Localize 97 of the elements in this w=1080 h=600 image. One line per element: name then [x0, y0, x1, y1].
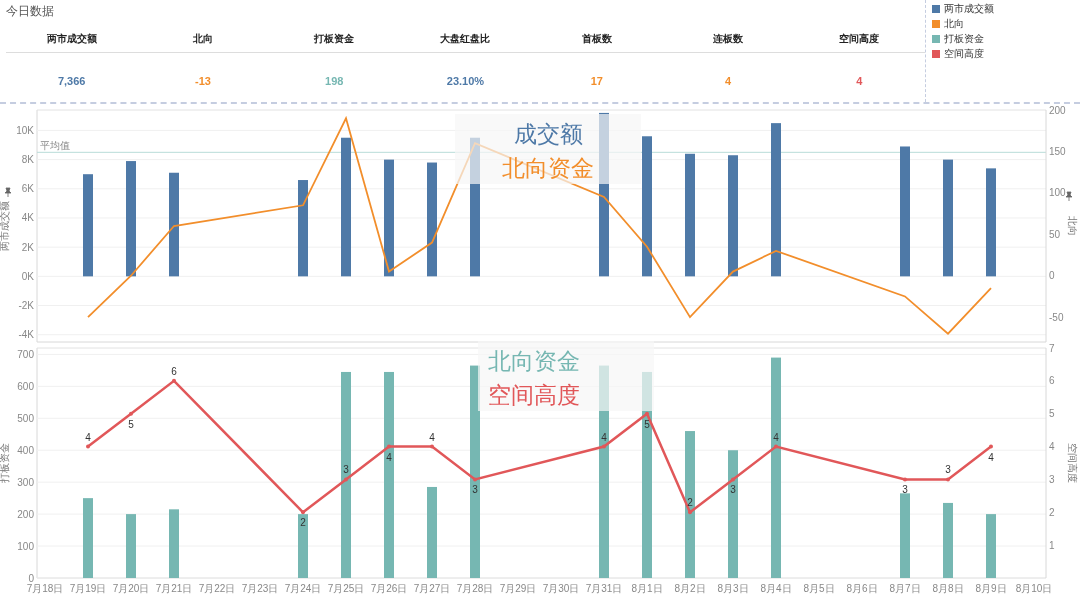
metric-value: 4	[724, 74, 733, 87]
chart-title: 北向资金	[488, 348, 580, 376]
axis-tick-label: 8K	[21, 154, 34, 166]
axis-tick-label: 7月29日	[499, 583, 537, 594]
axis-title: 两市成交额	[0, 201, 10, 251]
column-header: 连板数	[662, 28, 794, 53]
data-label: 3	[472, 484, 478, 496]
axis-tick-label: 7月27日	[413, 583, 451, 594]
data-label: 6	[171, 365, 177, 377]
axis-tick-label: 600	[17, 380, 34, 392]
axis-tick-label: 500	[17, 412, 34, 424]
data-label: 4	[85, 431, 91, 443]
data-label: 4	[601, 431, 607, 443]
column-header: 空间高度	[793, 28, 925, 53]
axis-tick-label: 400	[17, 444, 34, 456]
axis-tick-label: 6	[1049, 375, 1055, 387]
axis-tick-label: 8月7日	[889, 583, 921, 594]
axis-tick-label: 2K	[21, 241, 34, 253]
axis-tick-label: 7月23日	[241, 583, 279, 594]
axis-tick-label: 7月26日	[370, 583, 408, 594]
data-label: 3	[902, 484, 908, 496]
axis-tick-label: 50	[1049, 228, 1061, 240]
axis-title: 空间高度	[1067, 443, 1078, 483]
data-label: 3	[945, 464, 951, 476]
axis-tick-label: 7月28日	[456, 583, 494, 594]
axis-tick-label: 7月31日	[585, 583, 623, 594]
axis-tick-label: 5	[1049, 408, 1055, 420]
chart-title: 空间高度	[488, 382, 580, 410]
axis-tick-label: -2K	[18, 300, 34, 311]
legend-label: 北向	[944, 17, 964, 31]
reference-line-label: 平均值	[40, 140, 70, 152]
axis-tick-label: 3	[1049, 473, 1055, 485]
axis-title: 北向	[1067, 216, 1078, 236]
axis-tick-label: 8月5日	[803, 583, 835, 594]
metric-value: 198	[324, 74, 345, 87]
panel-title: 今日数据	[6, 3, 55, 20]
axis-tick-label: 7月24日	[284, 583, 322, 594]
column-header: 大盘红盘比	[399, 28, 532, 53]
axis-tick-label: 1	[1049, 539, 1055, 551]
data-label: 4	[773, 431, 779, 443]
axis-tick-label: 200	[1049, 104, 1066, 116]
data-label: 5	[128, 418, 134, 430]
axis-tick-label: 6K	[21, 183, 34, 195]
axis-tick-label: 10K	[16, 124, 34, 136]
column-header: 打板资金	[268, 28, 400, 53]
axis-tick-label: 100	[1049, 187, 1066, 199]
axis-tick-label: 0	[1049, 270, 1055, 282]
axis-tick-label: 100	[17, 540, 34, 552]
axis-tick-label: 8月3日	[717, 583, 749, 594]
metric-value: 23.10%	[445, 74, 486, 87]
axis-tick-label: 150	[1049, 145, 1066, 157]
axis-tick-label: 4K	[21, 212, 34, 224]
column-header: 两市成交额	[6, 28, 138, 53]
axis-tick-label: 8月4日	[760, 583, 792, 594]
data-label: 5	[644, 418, 650, 430]
chart-title: 成交额	[513, 121, 583, 149]
axis-tick-label: 7月20日	[112, 583, 150, 594]
axis-tick-label: 8月2日	[674, 583, 706, 594]
axis-tick-label: 0K	[21, 270, 34, 282]
metric-value: 7,366	[56, 74, 87, 87]
axis-tick-label: 4	[1049, 441, 1055, 453]
data-label: 3	[730, 484, 736, 496]
axis-tick-label: 200	[17, 508, 34, 520]
data-label: 3	[343, 464, 349, 476]
axis-tick-label: 8月10日	[1015, 583, 1053, 594]
axis-tick-label: 700	[17, 348, 34, 360]
axis-tick-label: 8月9日	[975, 583, 1007, 594]
data-label: 4	[988, 451, 994, 463]
axis-tick-label: 0	[28, 572, 34, 584]
axis-tick-label: 8月1日	[631, 583, 663, 594]
axis-tick-label: 7月21日	[155, 583, 193, 594]
data-label: 2	[300, 517, 306, 529]
legend-label: 空间高度	[944, 47, 984, 61]
axis-tick-label: 8月8日	[932, 583, 964, 594]
legend-label: 两市成交额	[944, 2, 994, 16]
metric-value: -13	[193, 74, 212, 87]
data-label: 4	[386, 451, 392, 463]
data-label: 4	[429, 431, 435, 443]
axis-tick-label: -50	[1049, 311, 1064, 323]
axis-tick-label: 7月19日	[69, 583, 107, 594]
axis-tick-label: 2	[1049, 506, 1055, 518]
axis-tick-label: 7月22日	[198, 583, 236, 594]
axis-tick-label: 7月25日	[327, 583, 365, 594]
axis-tick-label: 300	[17, 476, 34, 488]
axis-title: 打板资金	[0, 443, 10, 483]
chart-title: 北向资金	[502, 155, 594, 183]
axis-tick-label: 7月18日	[26, 583, 64, 594]
data-label: 2	[687, 497, 693, 509]
column-header: 首板数	[531, 28, 663, 53]
column-header: 北向	[137, 28, 269, 53]
axis-tick-label: 7	[1049, 342, 1055, 354]
metric-value: 17	[589, 74, 604, 87]
legend-label: 打板资金	[944, 32, 984, 46]
metric-value: 4	[855, 74, 864, 87]
axis-tick-label: -4K	[18, 329, 34, 341]
axis-tick-label: 8月6日	[846, 583, 878, 594]
axis-tick-label: 7月30日	[542, 583, 580, 594]
